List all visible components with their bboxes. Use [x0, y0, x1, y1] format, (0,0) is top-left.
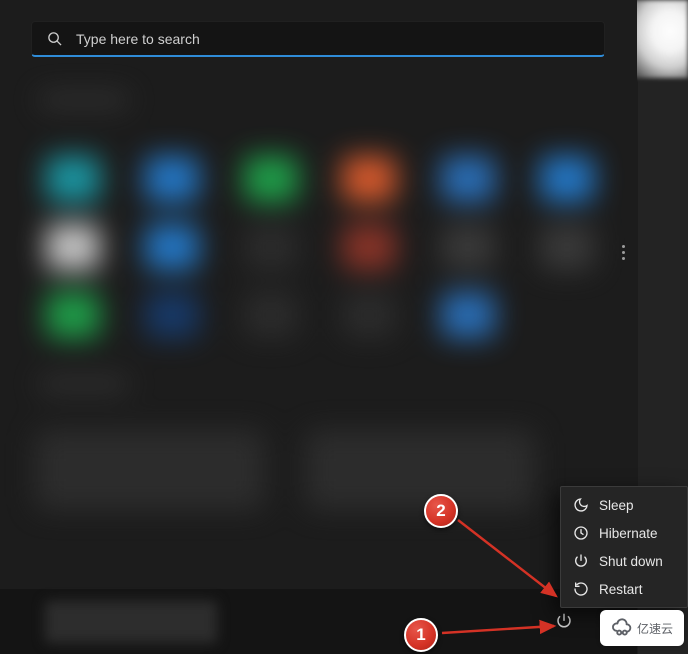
restart-icon	[573, 581, 589, 597]
power-menu-shutdown[interactable]: Shut down	[561, 547, 687, 575]
power-menu-item-label: Shut down	[599, 554, 663, 569]
background-highlight	[628, 0, 688, 78]
sleep-icon	[573, 497, 589, 513]
start-menu-panel: Type here to search	[0, 0, 637, 589]
power-menu-item-label: Restart	[599, 582, 643, 597]
user-account-chip[interactable]	[45, 601, 217, 643]
power-menu-restart[interactable]: Restart	[561, 575, 687, 603]
watermark-logo-icon	[611, 617, 633, 639]
hibernate-icon	[573, 525, 589, 541]
start-menu-footer	[0, 589, 637, 654]
power-menu-item-label: Sleep	[599, 498, 634, 513]
annotation-badge-label: 2	[436, 501, 445, 521]
power-button[interactable]	[555, 612, 573, 630]
search-placeholder: Type here to search	[76, 31, 200, 47]
annotation-badge-2: 2	[424, 494, 458, 528]
watermark-text: 亿速云	[637, 620, 673, 637]
power-menu: Sleep Hibernate Shut down	[560, 486, 688, 608]
annotation-badge-1: 1	[404, 618, 438, 652]
search-input[interactable]: Type here to search	[31, 21, 605, 57]
screenshot-root: Type here to search	[0, 0, 688, 654]
shutdown-icon	[573, 553, 589, 569]
watermark: 亿速云	[600, 610, 684, 646]
more-options-icon[interactable]	[622, 242, 625, 263]
power-menu-item-label: Hibernate	[599, 526, 658, 541]
power-menu-sleep[interactable]: Sleep	[561, 491, 687, 519]
annotation-badge-label: 1	[416, 625, 425, 645]
power-menu-hibernate[interactable]: Hibernate	[561, 519, 687, 547]
start-menu-apps-blurred	[25, 80, 615, 580]
search-icon	[47, 31, 62, 46]
